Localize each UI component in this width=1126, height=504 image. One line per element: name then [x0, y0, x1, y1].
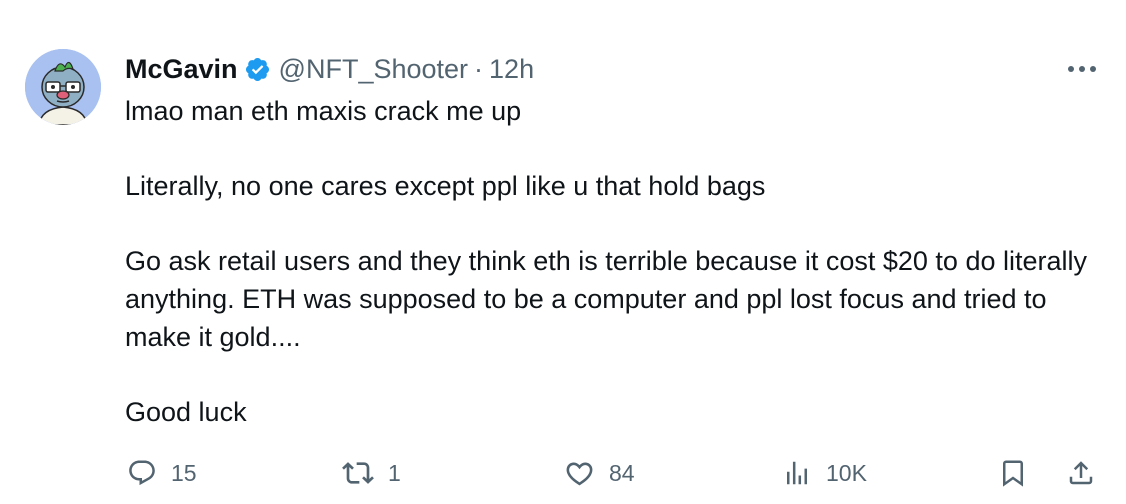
repost-count: 1	[388, 459, 401, 486]
bookmark-icon	[998, 458, 1028, 488]
tweet-paragraph: lmao man eth maxis crack me up	[125, 96, 522, 126]
more-button[interactable]	[1062, 54, 1102, 84]
avatar[interactable]	[25, 49, 101, 125]
tweet-text: lmao man eth maxis crack me up Literally…	[125, 93, 1105, 431]
views-count: 10K	[826, 459, 867, 486]
views-icon	[782, 458, 812, 488]
cartoon-avatar-icon	[25, 49, 101, 125]
tweet-paragraph: Go ask retail users and they think eth i…	[125, 246, 1087, 352]
reply-button[interactable]: 15	[127, 453, 197, 493]
tweet-paragraph: Literally, no one cares except ppl like …	[125, 171, 766, 202]
repost-icon	[342, 457, 374, 489]
timestamp[interactable]: 12h	[489, 51, 534, 87]
like-count: 84	[609, 459, 635, 486]
display-name[interactable]: McGavin	[125, 51, 238, 87]
like-button[interactable]: 84	[564, 453, 635, 493]
share-button[interactable]	[1066, 453, 1096, 493]
action-bar: 15 1 84 10K	[0, 453, 1126, 493]
user-handle[interactable]: @NFT_Shooter	[279, 51, 468, 87]
reply-icon	[127, 458, 157, 488]
heart-icon	[564, 458, 595, 489]
tweet: McGavin @NFT_Shooter · 12h lmao man eth …	[0, 0, 1126, 504]
tweet-paragraph: Good luck	[125, 396, 247, 427]
verified-badge-icon[interactable]	[244, 56, 271, 83]
reply-count: 15	[171, 459, 197, 486]
tweet-header: McGavin @NFT_Shooter · 12h	[125, 51, 534, 87]
more-horizontal-icon	[1068, 66, 1096, 72]
separator-dot: ·	[474, 54, 484, 84]
share-icon	[1066, 458, 1096, 488]
views-button[interactable]: 10K	[782, 453, 867, 493]
bookmark-button[interactable]	[998, 453, 1028, 493]
repost-button[interactable]: 1	[342, 453, 401, 493]
